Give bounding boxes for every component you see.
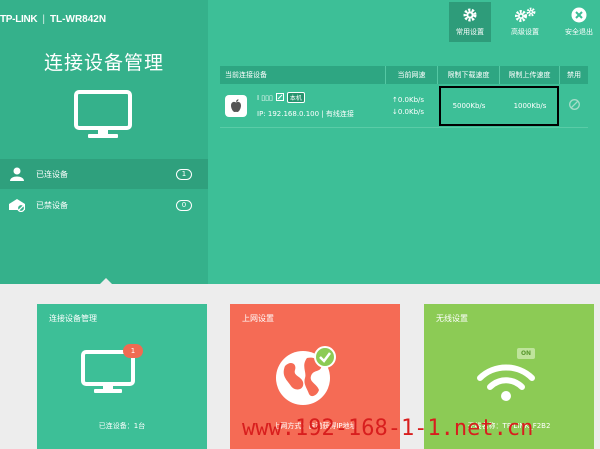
sidebar-item-label: 已禁设备 [36, 200, 68, 210]
apple-icon [225, 94, 247, 117]
card-footer: 已连设备：1台 [98, 422, 146, 430]
device-name-line: I ▯▯▯ 本机 [257, 92, 354, 103]
advanced-settings-button[interactable]: 高级设置 [504, 2, 546, 42]
card-device-management[interactable]: 连接设备管理 1 已连设备：1台 [37, 304, 207, 449]
common-settings-button[interactable]: 常用设置 [449, 2, 491, 42]
page-title: 连接设备管理 [43, 52, 164, 74]
brand-separator: | [42, 14, 45, 25]
sidebar: TP-LINK | TL-WR842N 连接设备管理 已连设备 1 已禁设备 0 [0, 0, 208, 284]
device-cell: I ▯▯▯ 本机 IP: 192.168.0.100 | 有线连接 [220, 84, 386, 127]
blocked-device-icon [8, 196, 26, 214]
router-model: TL-WR842N [49, 14, 107, 25]
device-info: I ▯▯▯ 本机 IP: 192.168.0.100 | 有线连接 [257, 92, 354, 119]
card-title: 上网设置 [242, 314, 274, 323]
monitor-icon [74, 90, 132, 138]
local-device-tag: 本机 [286, 92, 305, 103]
upload-speed: ↑0.0Kb/s [392, 95, 425, 104]
gear-icon [463, 8, 477, 22]
common-settings-label: 常用设置 [456, 28, 484, 36]
sidebar-item-connected[interactable]: 已连设备 1 [0, 159, 208, 189]
disable-cell [560, 84, 588, 127]
wifi-on-badge: ON [517, 348, 535, 359]
gears-icon [515, 7, 536, 22]
card-title: 连接设备管理 [49, 314, 97, 323]
download-speed: ↓0.0Kb/s [392, 107, 425, 116]
user-icon [8, 165, 26, 183]
col-speed: 当前网速 [386, 66, 438, 84]
disable-icon[interactable] [568, 99, 580, 112]
advanced-settings-label: 高级设置 [511, 28, 539, 36]
section-pointer [99, 278, 113, 285]
edit-icon[interactable] [275, 92, 284, 103]
highlight-box [439, 86, 559, 126]
brand-logo: TP-LINK [0, 14, 38, 25]
sidebar-item-blocked[interactable]: 已禁设备 0 [0, 190, 208, 220]
col-disable: 禁用 [567, 71, 581, 79]
device-name: I ▯▯▯ [257, 93, 273, 102]
close-circle-icon [571, 7, 587, 23]
col-limit-down: 限制下载速度 [438, 66, 500, 84]
top-panel: TP-LINK | TL-WR842N 连接设备管理 已连设备 1 已禁设备 0 [0, 0, 600, 285]
col-device: 当前连接设备 [220, 66, 386, 84]
table-header: 当前连接设备 当前网速 限制下载速度 限制上传速度 禁用 [220, 66, 588, 84]
wifi-icon [477, 364, 535, 401]
logout-button[interactable]: 安全退出 [558, 2, 600, 42]
device-ip: IP: 192.168.0.100 | 有线连接 [257, 110, 354, 118]
device-count-badge: 1 [123, 344, 143, 358]
watermark: www.192-168-1-1.net.cn [242, 416, 534, 441]
connected-count: 1 [176, 168, 192, 180]
col-limit-up: 限制上传速度 [500, 66, 560, 84]
card-title: 无线设置 [436, 314, 468, 323]
brand-header: TP-LINK | TL-WR842N [0, 14, 208, 30]
logout-label: 安全退出 [565, 28, 593, 36]
speed-cell: ↑0.0Kb/s ↓0.0Kb/s [386, 84, 438, 127]
blocked-count: 0 [176, 199, 192, 211]
sidebar-item-label: 已连设备 [36, 169, 68, 179]
globe-icon [276, 346, 336, 405]
